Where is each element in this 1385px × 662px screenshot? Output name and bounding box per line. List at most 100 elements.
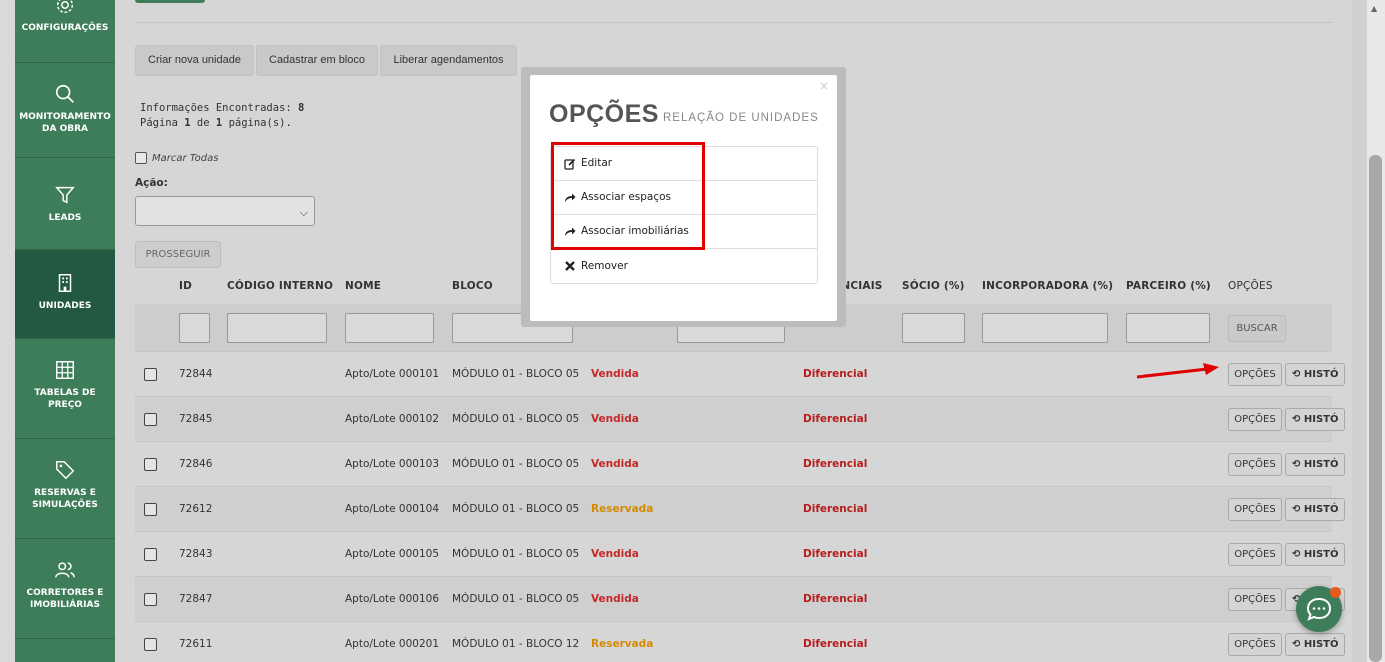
header-name[interactable]: NOME [345, 280, 381, 292]
sidebar-item-label: UNIDADES [38, 301, 92, 311]
table-row: 72611 Apto/Lote 000201 MÓDULO 01 - BLOCO 1… [135, 621, 1345, 662]
menu-item-label: Remover [581, 259, 628, 272]
sidebar-item-leads[interactable]: LEADS [15, 158, 115, 250]
history-label: HISTÓ [1303, 639, 1339, 650]
table-row: 72843 Apto/Lote 000105 MÓDULO 01 - BLOCO 0… [135, 531, 1345, 576]
divider [135, 22, 1332, 23]
filter-name-input[interactable] [345, 313, 434, 343]
cell-differential: Diferencial [803, 593, 868, 605]
red-highlight-annotation [551, 142, 705, 250]
cell-status: Vendida [591, 413, 639, 425]
row-checkbox[interactable] [144, 458, 157, 471]
row-history-button[interactable]: ⟲ HISTÓ [1285, 453, 1345, 476]
release-scheduling-button[interactable]: Liberar agendamentos [380, 45, 517, 76]
proceed-button[interactable]: PROSSEGUIR [135, 241, 221, 268]
cell-differential: Diferencial [803, 503, 868, 515]
sidebar-item-reservas[interactable]: RESERVAS E SIMULAÇÕES [15, 439, 115, 539]
cell-id: 72847 [179, 593, 213, 605]
row-history-button[interactable]: ⟲ HISTÓ [1285, 543, 1345, 566]
table-row: 72847 Apto/Lote 000106 MÓDULO 01 - BLOCO 0… [135, 576, 1345, 621]
header-developer-pct[interactable]: INCORPORADORA (%) [982, 280, 1113, 292]
sidebar-item-corretores[interactable]: CORRETORES E IMOBILIÁRIAS [15, 539, 115, 639]
menu-item-remove[interactable]: Remover [551, 249, 817, 283]
table-row: 72846 Apto/Lote 000103 MÓDULO 01 - BLOCO 0… [135, 441, 1345, 486]
sidebar-item-label: CONFIGURAÇÕES [21, 23, 109, 33]
filter-broker-input[interactable] [1126, 313, 1210, 343]
filter-developer-input[interactable] [982, 313, 1108, 343]
row-checkbox[interactable] [144, 638, 157, 651]
sidebar-item-label: MONITORAMENTO DA OBRA [19, 112, 111, 134]
grid-icon [56, 361, 74, 379]
header-partner-pct[interactable]: SÓCIO (%) [902, 280, 965, 292]
filter-partner-input[interactable] [902, 313, 965, 343]
cell-block: MÓDULO 01 - BLOCO 05 [452, 548, 580, 560]
cell-status: Reservada [591, 638, 654, 650]
select-all-label: Marcar Todas [152, 152, 219, 164]
header-id[interactable]: ID [179, 280, 192, 292]
row-checkbox[interactable] [144, 413, 157, 426]
row-checkbox[interactable] [144, 548, 157, 561]
select-all[interactable]: Marcar Todas [135, 152, 218, 164]
close-icon[interactable]: × [819, 79, 829, 93]
select-all-checkbox[interactable] [135, 152, 147, 164]
search-button[interactable]: BUSCAR [1228, 315, 1286, 342]
row-options-button[interactable]: OPÇÕES [1228, 588, 1282, 611]
row-history-button[interactable]: ⟲ HISTÓ [1285, 633, 1345, 656]
chevron-down-icon: ⌵ [299, 206, 308, 219]
cell-name: Apto/Lote 000106 [345, 593, 440, 605]
filter-internal-code-input[interactable] [227, 313, 327, 343]
filter-id-input[interactable] [179, 313, 210, 343]
history-icon: ⟲ [1292, 504, 1301, 515]
row-options-button[interactable]: OPÇÕES [1228, 408, 1282, 431]
row-options-button[interactable]: OPÇÕES [1228, 453, 1282, 476]
cell-id: 72612 [179, 503, 213, 515]
page-current: 1 [184, 117, 191, 129]
row-history-button[interactable]: ⟲ HISTÓ [1285, 408, 1345, 431]
create-unit-button[interactable]: Criar nova unidade [135, 45, 254, 76]
cell-block: MÓDULO 01 - BLOCO 05 [452, 368, 580, 380]
row-options-button[interactable]: OPÇÕES [1228, 633, 1282, 656]
modal-title: OPÇÕES [549, 100, 659, 128]
cell-status: Vendida [591, 548, 639, 560]
page-suffix: página(s). [228, 117, 292, 129]
cell-name: Apto/Lote 000102 [345, 413, 440, 425]
table-row: 72845 Apto/Lote 000102 MÓDULO 01 - BLOCO 0… [135, 396, 1345, 441]
row-history-button[interactable]: ⟲ HISTÓ [1285, 498, 1345, 521]
sidebar-item-configuracoes[interactable]: CONFIGURAÇÕES [15, 0, 115, 63]
header-internal-code[interactable]: CÓDIGO INTERNO [227, 280, 333, 292]
scrollbar[interactable]: ▲ [1367, 0, 1385, 662]
header-block[interactable]: BLOCO [452, 280, 493, 292]
history-label: HISTÓ [1303, 504, 1339, 515]
sidebar-item-tabelas[interactable]: TABELAS DE PREÇO [15, 339, 115, 439]
cell-differential: Diferencial [803, 368, 868, 380]
cell-id: 72846 [179, 458, 213, 470]
row-checkbox[interactable] [144, 503, 157, 516]
row-options-button[interactable]: OPÇÕES [1228, 498, 1282, 521]
sidebar-item-unidades[interactable]: UNIDADES [15, 250, 115, 339]
scroll-up-icon[interactable]: ▲ [1371, 4, 1377, 13]
cell-status: Vendida [591, 368, 639, 380]
history-label: HISTÓ [1303, 549, 1339, 560]
cell-block: MÓDULO 01 - BLOCO 05 [452, 413, 580, 425]
modal-subtitle: RELAÇÃO DE UNIDADES [663, 112, 819, 124]
building-icon [58, 274, 72, 292]
sidebar-item-monitoramento[interactable]: MONITORAMENTO DA OBRA [15, 63, 115, 158]
action-label: Ação: [135, 177, 168, 189]
cell-differential: Diferencial [803, 413, 868, 425]
row-options-button[interactable]: OPÇÕES [1228, 543, 1282, 566]
header-broker-pct[interactable]: PARCEIRO (%) [1126, 280, 1211, 292]
cell-differential: Diferencial [803, 458, 868, 470]
cell-block: MÓDULO 01 - BLOCO 12 [452, 638, 580, 650]
row-checkbox[interactable] [144, 368, 157, 381]
bulk-register-button[interactable]: Cadastrar em bloco [256, 45, 378, 76]
cell-id: 72611 [179, 638, 213, 650]
row-options-button[interactable]: OPÇÕES [1228, 363, 1282, 386]
row-checkbox[interactable] [144, 593, 157, 606]
cell-id: 72845 [179, 413, 213, 425]
page-total: 1 [215, 117, 223, 129]
row-history-button[interactable]: ⟲ HISTÓ [1285, 363, 1345, 386]
funnel-icon [55, 186, 75, 204]
action-select[interactable]: ⌵ [135, 196, 315, 226]
scrollbar-thumb[interactable] [1369, 155, 1382, 662]
cell-name: Apto/Lote 000201 [345, 638, 440, 650]
